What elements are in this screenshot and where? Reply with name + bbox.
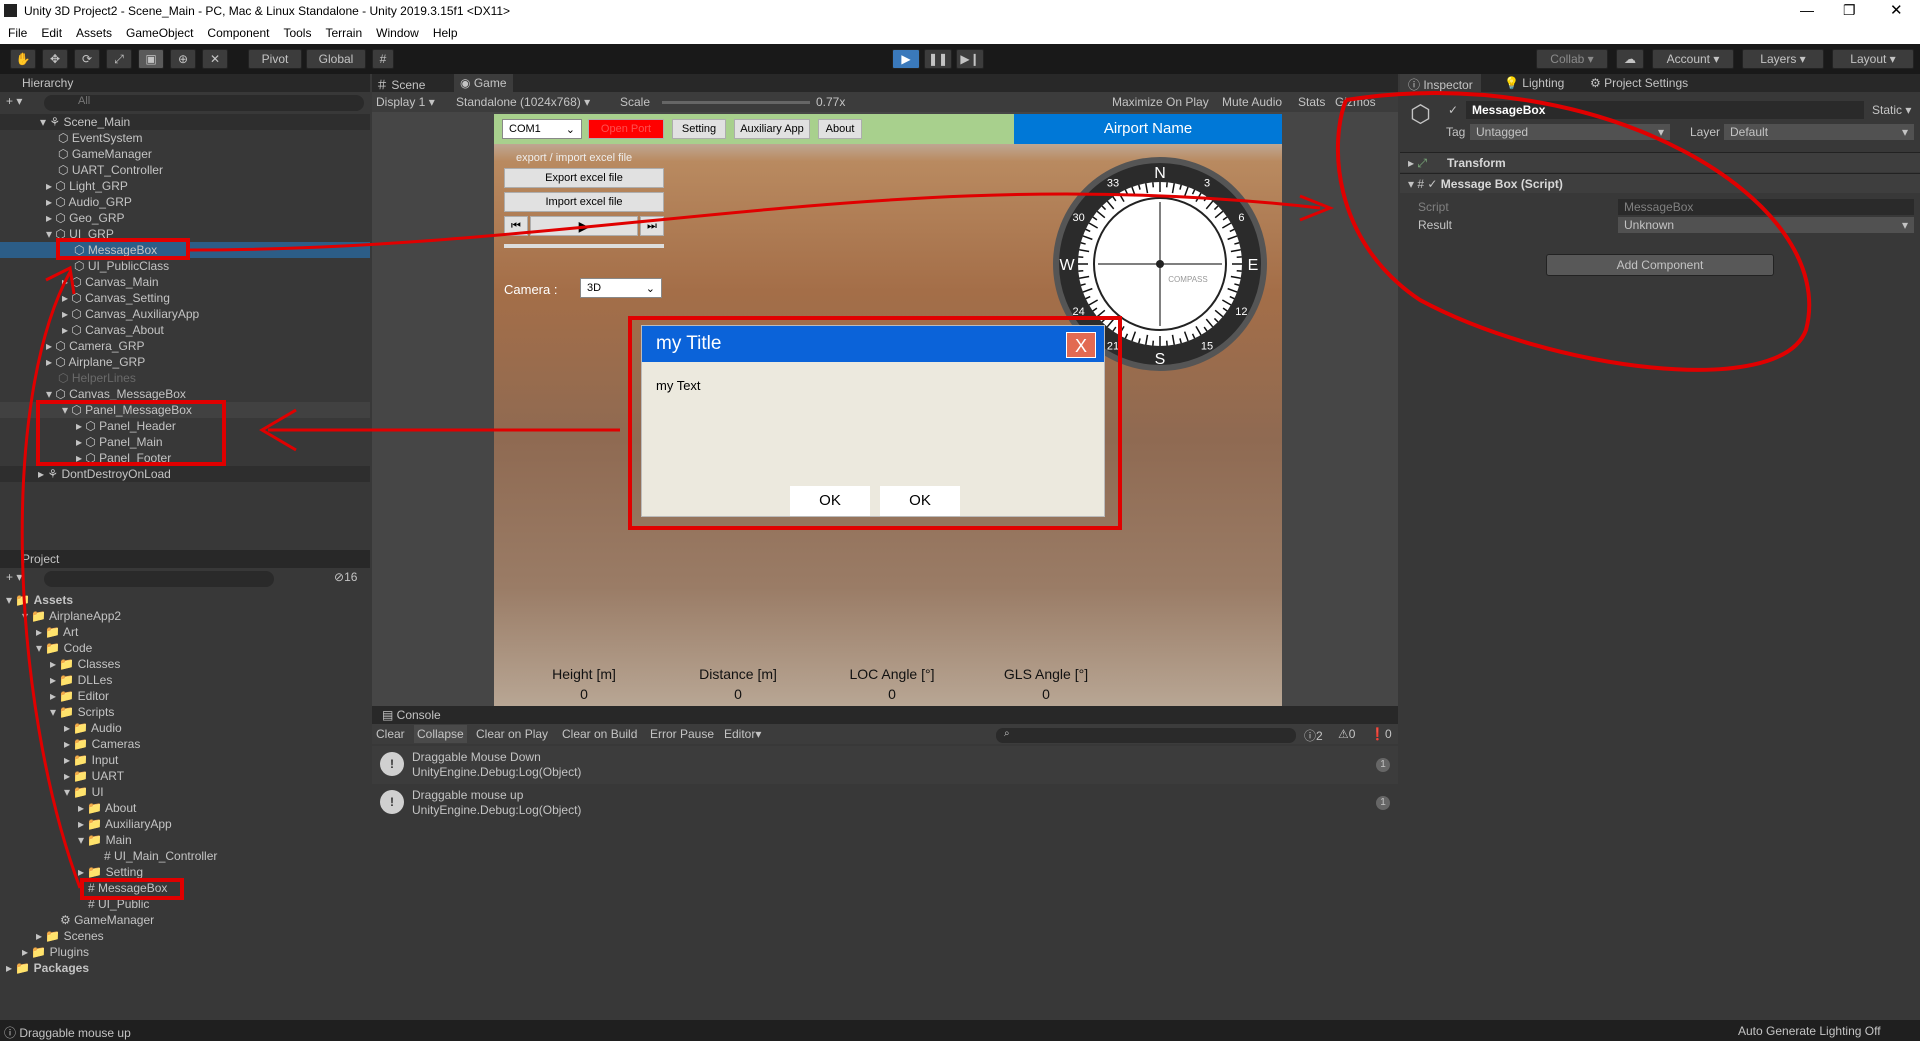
annotation-arrows [20,91,1812,889]
